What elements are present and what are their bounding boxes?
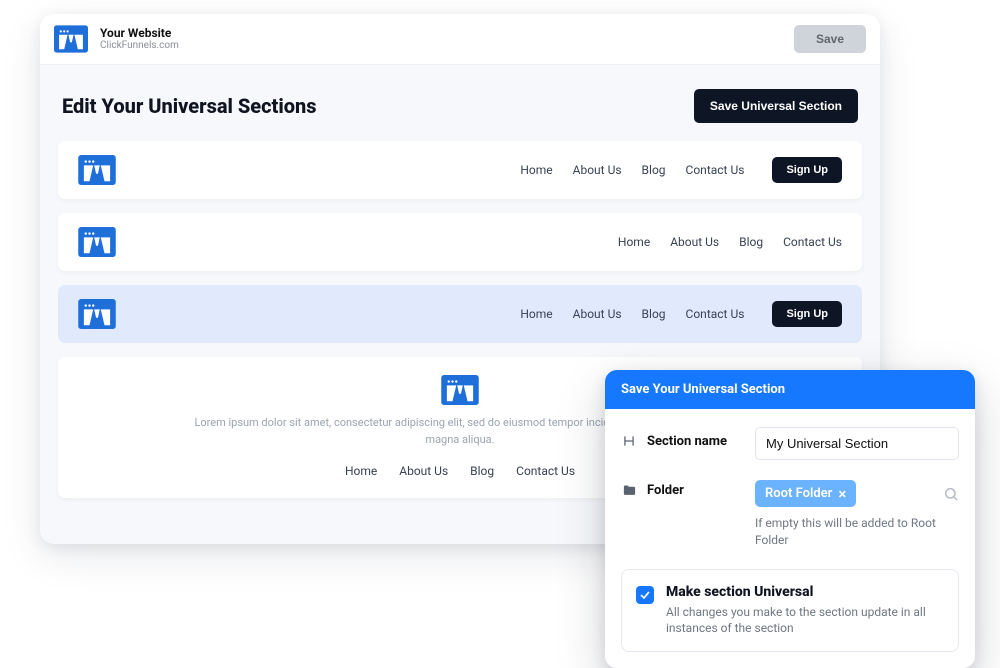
- section-logo-icon: [78, 299, 116, 329]
- nav-link[interactable]: Contact Us: [686, 163, 745, 177]
- folder-chip[interactable]: Root Folder ×: [755, 480, 856, 507]
- panel-title: Save Your Universal Section: [605, 370, 975, 409]
- nav-link[interactable]: About Us: [670, 235, 719, 249]
- nav-link[interactable]: Blog: [739, 235, 763, 249]
- universal-title: Make section Universal: [666, 584, 944, 600]
- universal-toggle-box[interactable]: Make section Universal All changes you m…: [621, 569, 959, 653]
- universal-checkbox[interactable]: [636, 586, 654, 604]
- section-logo-icon: [78, 227, 116, 257]
- section-logo-icon: [78, 155, 116, 185]
- footer-nav-link[interactable]: About Us: [399, 464, 448, 478]
- remove-chip-icon[interactable]: ×: [838, 488, 846, 500]
- section-card[interactable]: Home About Us Blog Contact Us: [58, 213, 862, 271]
- universal-desc: All changes you make to the section upda…: [666, 604, 944, 638]
- brand-text: Your Website ClickFunnels.com: [100, 26, 179, 52]
- section-nav: Home About Us Blog Contact Us Sign Up: [520, 157, 842, 183]
- footer-nav-link[interactable]: Blog: [470, 464, 494, 478]
- section-nav: Home About Us Blog Contact Us: [618, 235, 842, 249]
- footer-nav-link[interactable]: Contact Us: [516, 464, 575, 478]
- folder-label: Folder: [647, 483, 684, 498]
- brand-logo-icon: [54, 22, 88, 56]
- nav-link[interactable]: Home: [618, 235, 650, 249]
- sign-up-button[interactable]: Sign Up: [772, 301, 842, 327]
- nav-link[interactable]: Contact Us: [686, 307, 745, 321]
- footer-nav: Home About Us Blog Contact Us: [345, 464, 575, 478]
- folder-icon: [621, 482, 637, 498]
- field-folder: Folder Root Folder × If empty this will …: [621, 480, 959, 549]
- topbar: Your Website ClickFunnels.com Save: [40, 14, 880, 65]
- nav-link[interactable]: Blog: [642, 307, 666, 321]
- folder-hint: If empty this will be added to Root Fold…: [755, 515, 959, 549]
- sign-up-button[interactable]: Sign Up: [772, 157, 842, 183]
- heading-icon: [621, 433, 637, 449]
- brand-group: Your Website ClickFunnels.com: [54, 22, 179, 56]
- page-title: Edit Your Universal Sections: [62, 94, 317, 118]
- page-header: Edit Your Universal Sections Save Univer…: [40, 65, 880, 141]
- section-nav: Home About Us Blog Contact Us Sign Up: [520, 301, 842, 327]
- save-section-panel: Save Your Universal Section Section name…: [605, 370, 975, 668]
- save-button[interactable]: Save: [794, 25, 866, 53]
- section-card[interactable]: Home About Us Blog Contact Us Sign Up: [58, 285, 862, 343]
- section-name-input[interactable]: [755, 427, 959, 460]
- nav-link[interactable]: Blog: [642, 163, 666, 177]
- nav-link[interactable]: About Us: [573, 163, 622, 177]
- field-section-name: Section name: [621, 427, 959, 460]
- site-title: Your Website: [100, 26, 179, 40]
- search-icon[interactable]: [943, 486, 959, 502]
- section-card[interactable]: Home About Us Blog Contact Us Sign Up: [58, 141, 862, 199]
- nav-link[interactable]: Contact Us: [783, 235, 842, 249]
- site-subtitle: ClickFunnels.com: [100, 40, 179, 52]
- save-universal-section-button[interactable]: Save Universal Section: [694, 89, 858, 123]
- nav-link[interactable]: Home: [520, 163, 552, 177]
- footer-logo-icon: [441, 375, 479, 405]
- section-name-label: Section name: [647, 434, 727, 449]
- folder-chip-label: Root Folder: [765, 486, 832, 501]
- footer-nav-link[interactable]: Home: [345, 464, 377, 478]
- nav-link[interactable]: Home: [520, 307, 552, 321]
- nav-link[interactable]: About Us: [573, 307, 622, 321]
